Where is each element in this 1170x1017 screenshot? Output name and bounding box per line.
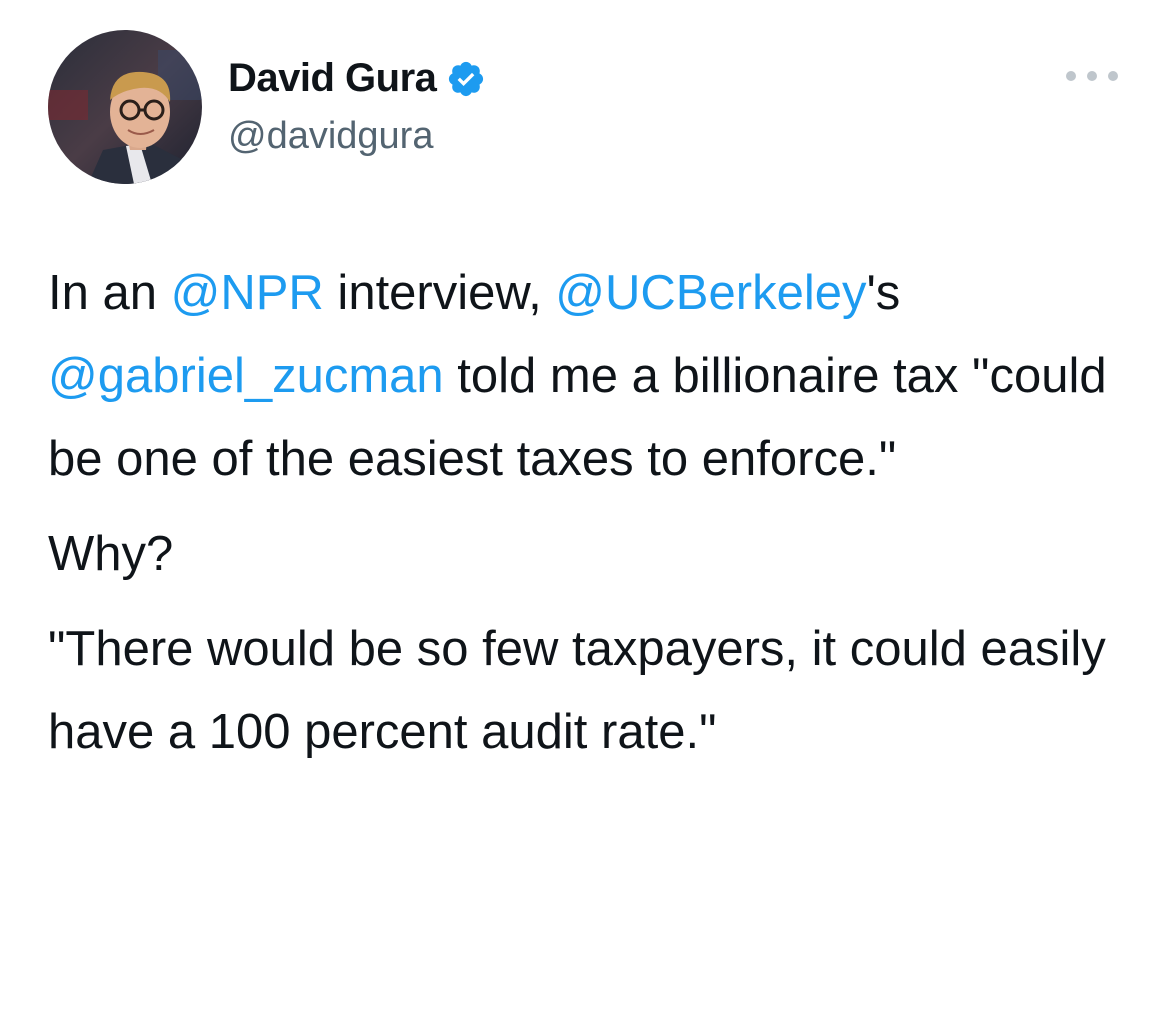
tweet-paragraph-2: Why? <box>48 527 174 581</box>
tweet-text-segment: In an <box>48 266 171 320</box>
author-handle[interactable]: @davidgura <box>228 115 433 158</box>
verified-badge-icon <box>446 59 486 99</box>
author-display-name[interactable]: David Gura <box>228 56 437 101</box>
tweet-text: In an @NPR interview, @UCBerkeley's @gab… <box>48 252 1138 774</box>
tweet-text-segment: 's <box>866 266 901 320</box>
author-name-row: David Gura <box>228 56 486 101</box>
avatar[interactable] <box>48 30 202 184</box>
tweet-card: David Gura @davidgura In an @NPR intervi… <box>0 0 1170 1017</box>
more-dot <box>1066 71 1076 81</box>
avatar-photo <box>48 30 202 184</box>
mention-npr-link[interactable]: @NPR <box>171 266 324 320</box>
tweet-text-segment: interview, <box>323 266 556 320</box>
more-dot <box>1108 71 1118 81</box>
tweet-paragraph-3: "There would be so few taxpayers, it cou… <box>48 622 1106 759</box>
more-options-icon[interactable] <box>1066 66 1118 86</box>
mention-gabriel-zucman-link[interactable]: @gabriel_zucman <box>48 349 444 403</box>
more-dot <box>1087 71 1097 81</box>
tweet-paragraph-1: In an @NPR interview, @UCBerkeley's @gab… <box>48 252 1138 501</box>
mention-ucberkeley-link[interactable]: @UCBerkeley <box>555 266 866 320</box>
